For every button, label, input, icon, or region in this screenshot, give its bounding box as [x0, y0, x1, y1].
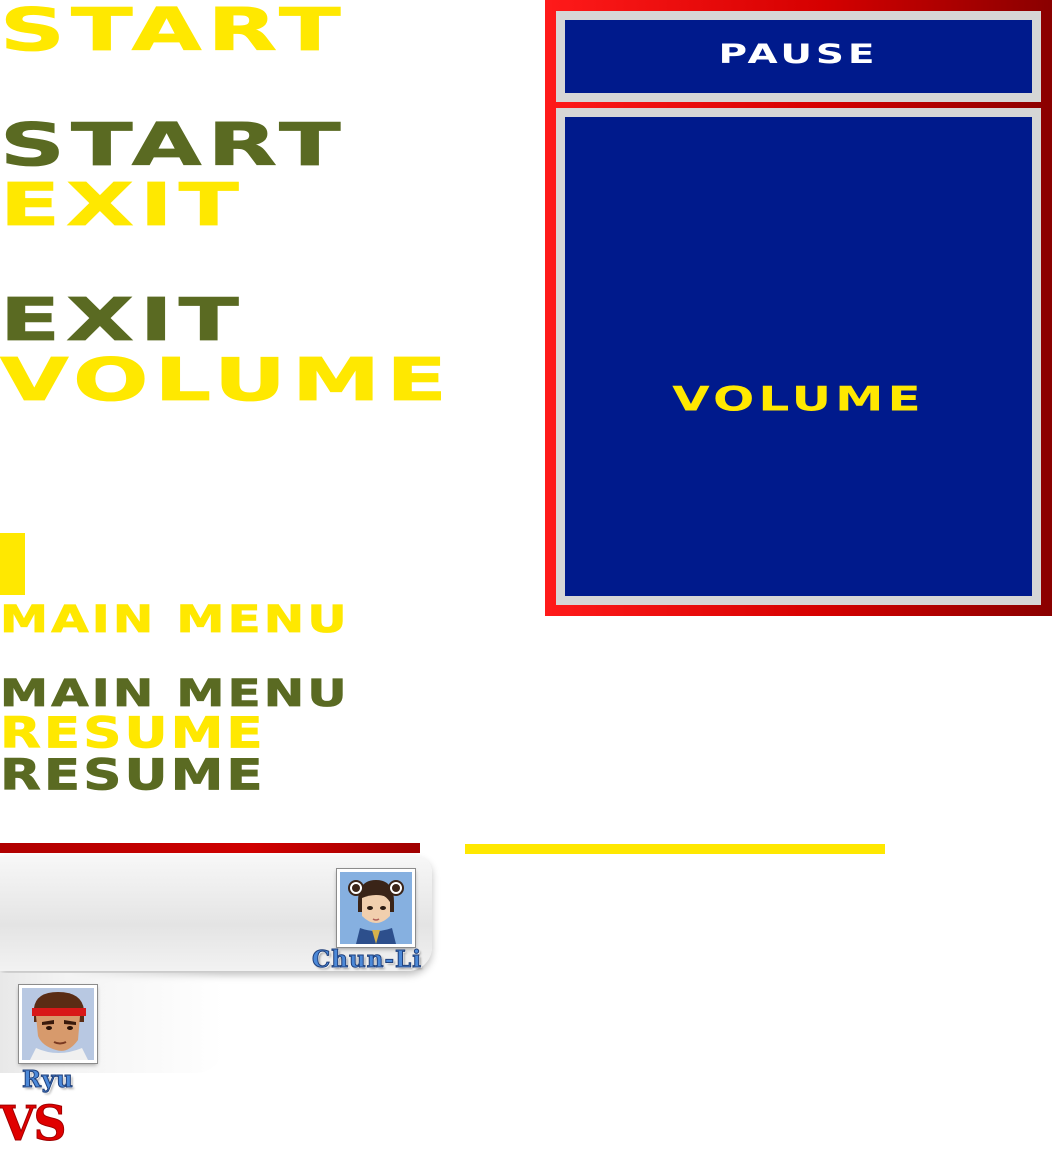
vs-logo: VS	[0, 1096, 67, 1149]
player1-health-bar	[0, 843, 420, 853]
pause-content-box: VOLUME	[556, 108, 1041, 605]
ryu-portrait-icon	[18, 984, 98, 1064]
exit-label-normal[interactable]: EXIT	[0, 175, 245, 235]
exit-label-selected[interactable]: EXIT	[0, 290, 245, 350]
main-menu-label-selected[interactable]: MAIN MENU	[0, 674, 350, 713]
chun-li-name: Chun-Li	[312, 946, 422, 973]
start-label-normal[interactable]: START	[0, 0, 347, 59]
pause-volume-option[interactable]: VOLUME	[483, 382, 1052, 417]
volume-label[interactable]: VOLUME	[0, 350, 453, 410]
pause-title-box: PAUSE	[556, 11, 1041, 102]
chun-li-portrait-icon	[336, 868, 416, 948]
resume-label-selected[interactable]: RESUME	[0, 754, 266, 797]
pause-title: PAUSE	[718, 38, 879, 71]
start-label-selected[interactable]: START	[0, 115, 347, 175]
pause-panel: PAUSE VOLUME	[545, 0, 1052, 616]
main-menu-label-normal[interactable]: MAIN MENU	[0, 600, 350, 639]
resume-label-normal[interactable]: RESUME	[0, 712, 266, 755]
ryu-portrait-art	[22, 988, 94, 1060]
ryu-name: Ryu	[22, 1066, 74, 1093]
volume-level-bar[interactable]	[0, 533, 25, 595]
player2-health-bar	[465, 844, 885, 854]
chun-li-portrait-art	[340, 872, 412, 944]
